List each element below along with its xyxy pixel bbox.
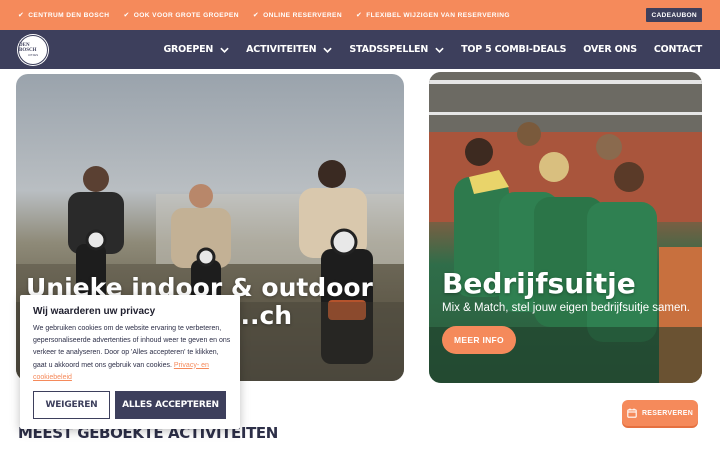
accept-all-cookies-button[interactable]: ALLES ACCEPTEREN [115,391,226,419]
nav-item-stadsspellen[interactable]: STADSSPELLEN [349,44,444,55]
gift-card-button[interactable]: CADEAUBON [646,8,702,22]
main-navigation: DEN BOSCH UITJES GROEPEN ACTIVITEITEN ST… [0,30,720,69]
check-icon: ✔ [18,12,25,19]
logo-text: DEN BOSCH [19,43,37,53]
usp-item: ✔ CENTRUM DEN BOSCH [18,11,110,20]
hero-right-title: Bedrijfsuitje [442,267,636,300]
chevron-down-icon [220,47,229,53]
usp-item: ✔ FLEXIBEL WIJZIGEN VAN RESERVERING [355,11,510,20]
usp-bar: ✔ CENTRUM DEN BOSCH ✔ OOK VOOR GROTE GROEP… [0,0,720,30]
nav-item-over-ons[interactable]: OVER ONS [583,44,637,55]
chevron-down-icon [435,47,444,53]
calendar-icon [627,408,637,418]
usp-item: ✔ ONLINE RESERVEREN [252,11,342,20]
nav-item-activiteiten[interactable]: ACTIVITEITEN [246,44,333,55]
nav-menu: GROEPEN ACTIVITEITEN STADSSPELLEN TOP 5 … [146,30,702,69]
more-info-button[interactable]: MEER INFO [442,326,516,354]
check-icon: ✔ [252,12,260,19]
nav-item-contact[interactable]: CONTACT [654,44,702,55]
reserve-button[interactable]: RESERVEREN [622,400,698,426]
decline-cookies-button[interactable]: WEIGEREN [33,391,110,419]
check-icon: ✔ [123,12,130,19]
cookie-text: We gebruiken cookies om de website ervar… [33,325,231,381]
hero-right-subtitle: Mix & Match, stel jouw eigen bedrijfsuit… [442,302,690,314]
logo-subtext: UITJES [27,53,39,57]
site-logo[interactable]: DEN BOSCH UITJES [18,35,48,65]
cookie-consent-banner: Wij waarderen uw privacy We gebruiken co… [20,295,240,429]
chevron-down-icon [323,47,333,53]
nav-item-top5-combi-deals[interactable]: TOP 5 COMBI-DEALS [461,44,566,55]
usp-item: ✔ OOK VOOR GROTE GROEPEN [123,11,239,20]
nav-item-groepen[interactable]: GROEPEN [163,44,229,55]
check-icon: ✔ [355,12,363,19]
cookie-title: Wij waarderen uw privacy [33,306,156,317]
